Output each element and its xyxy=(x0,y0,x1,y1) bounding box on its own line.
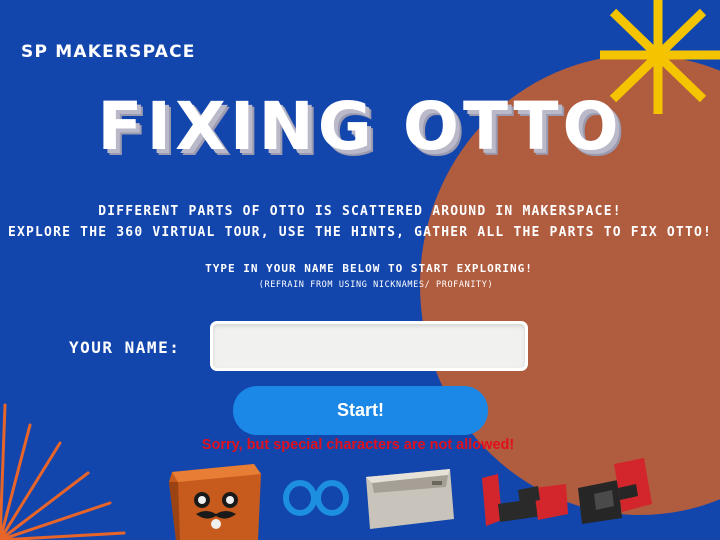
brand-label: SP MAKERSPACE xyxy=(21,42,196,62)
sunburst-rays-icon xyxy=(0,403,126,540)
name-input[interactable] xyxy=(210,321,528,371)
black-foot-part xyxy=(578,458,652,524)
blue-rings-part xyxy=(283,480,349,516)
start-button[interactable]: Start! xyxy=(233,386,488,435)
name-field-label: YOUR NAME: xyxy=(69,338,181,357)
validation-error-message: Sorry, but special characters are not al… xyxy=(201,437,515,453)
grey-body-part xyxy=(366,469,454,529)
intro-line-1: DIFFERENT PARTS OF OTTO IS SCATTERED ARO… xyxy=(98,204,622,219)
intro-text: DIFFERENT PARTS OF OTTO IS SCATTERED ARO… xyxy=(0,201,720,243)
name-prompt-note: (REFRAIN FROM USING NICKNAMES/ PROFANITY… xyxy=(258,280,494,290)
otto-head-part xyxy=(169,464,261,540)
page-title: FIXING OTTO xyxy=(97,88,623,165)
intro-line-2: EXPLORE THE 360 VIRTUAL TOUR, USE THE HI… xyxy=(7,225,713,240)
name-prompt: TYPE IN YOUR NAME BELOW TO START EXPLORI… xyxy=(205,262,533,275)
red-leg-part xyxy=(482,474,568,526)
landing-screen: SP MAKERSPACE FIXING OTTO DIFFERENT PART… xyxy=(0,0,720,540)
